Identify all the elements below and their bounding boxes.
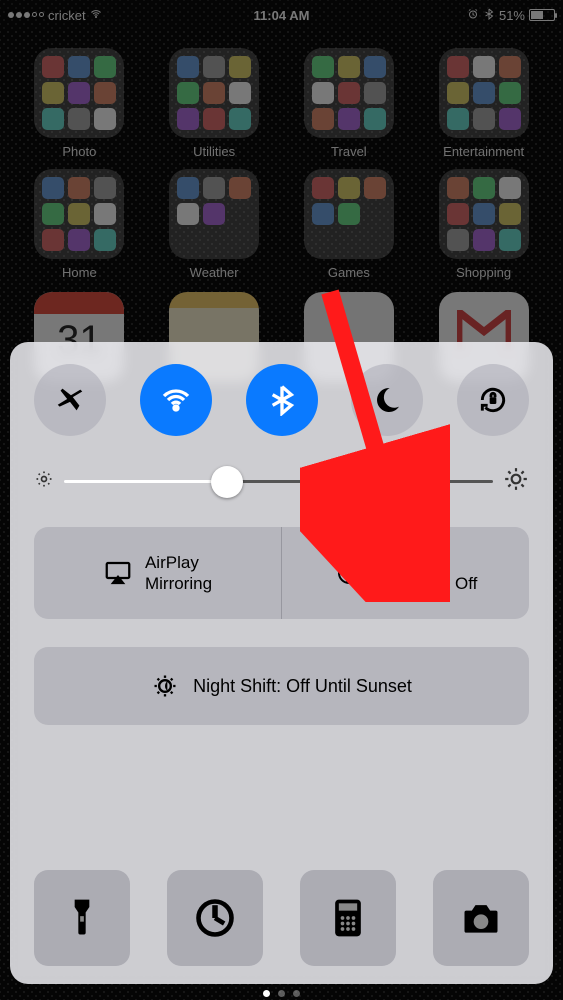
bluetooth-toggle[interactable] [246,364,318,436]
page-indicator [0,990,563,997]
airdrop-button[interactable]: AirDrop: Receiving Off [282,527,529,619]
night-shift-label: Night Shift: Off Until Sunset [193,676,412,697]
calculator-button[interactable] [300,870,396,966]
night-shift-icon [151,672,179,700]
airplay-label-1: AirPlay [145,552,212,573]
airdrop-icon [334,558,364,588]
brightness-high-icon [503,466,529,497]
airplane-icon [54,384,86,416]
night-shift-button[interactable]: Night Shift: Off Until Sunset [34,647,529,725]
rotation-lock-toggle[interactable] [457,364,529,436]
camera-button[interactable] [433,870,529,966]
timer-icon [193,896,237,940]
control-center: AirPlay Mirroring AirDrop: Receiving Off… [10,342,553,984]
airplay-icon [103,558,133,588]
bluetooth-icon [266,384,298,416]
calculator-icon [326,896,370,940]
brightness-thumb[interactable] [211,466,243,498]
airdrop-label-2: Receiving Off [376,573,478,594]
brightness-slider[interactable] [34,466,529,497]
wifi-toggle[interactable] [140,364,212,436]
camera-icon [459,896,503,940]
rotation-lock-icon [477,384,509,416]
brightness-track[interactable] [64,480,493,483]
timer-button[interactable] [167,870,263,966]
airplay-label-2: Mirroring [145,573,212,594]
dnd-toggle[interactable] [351,364,423,436]
airdrop-label-1: AirDrop: [376,552,478,573]
moon-icon [371,384,403,416]
flashlight-button[interactable] [34,870,130,966]
airplay-button[interactable]: AirPlay Mirroring [34,527,282,619]
brightness-low-icon [34,469,54,494]
wifi-icon [160,384,192,416]
airplane-toggle[interactable] [34,364,106,436]
flashlight-icon [60,896,104,940]
